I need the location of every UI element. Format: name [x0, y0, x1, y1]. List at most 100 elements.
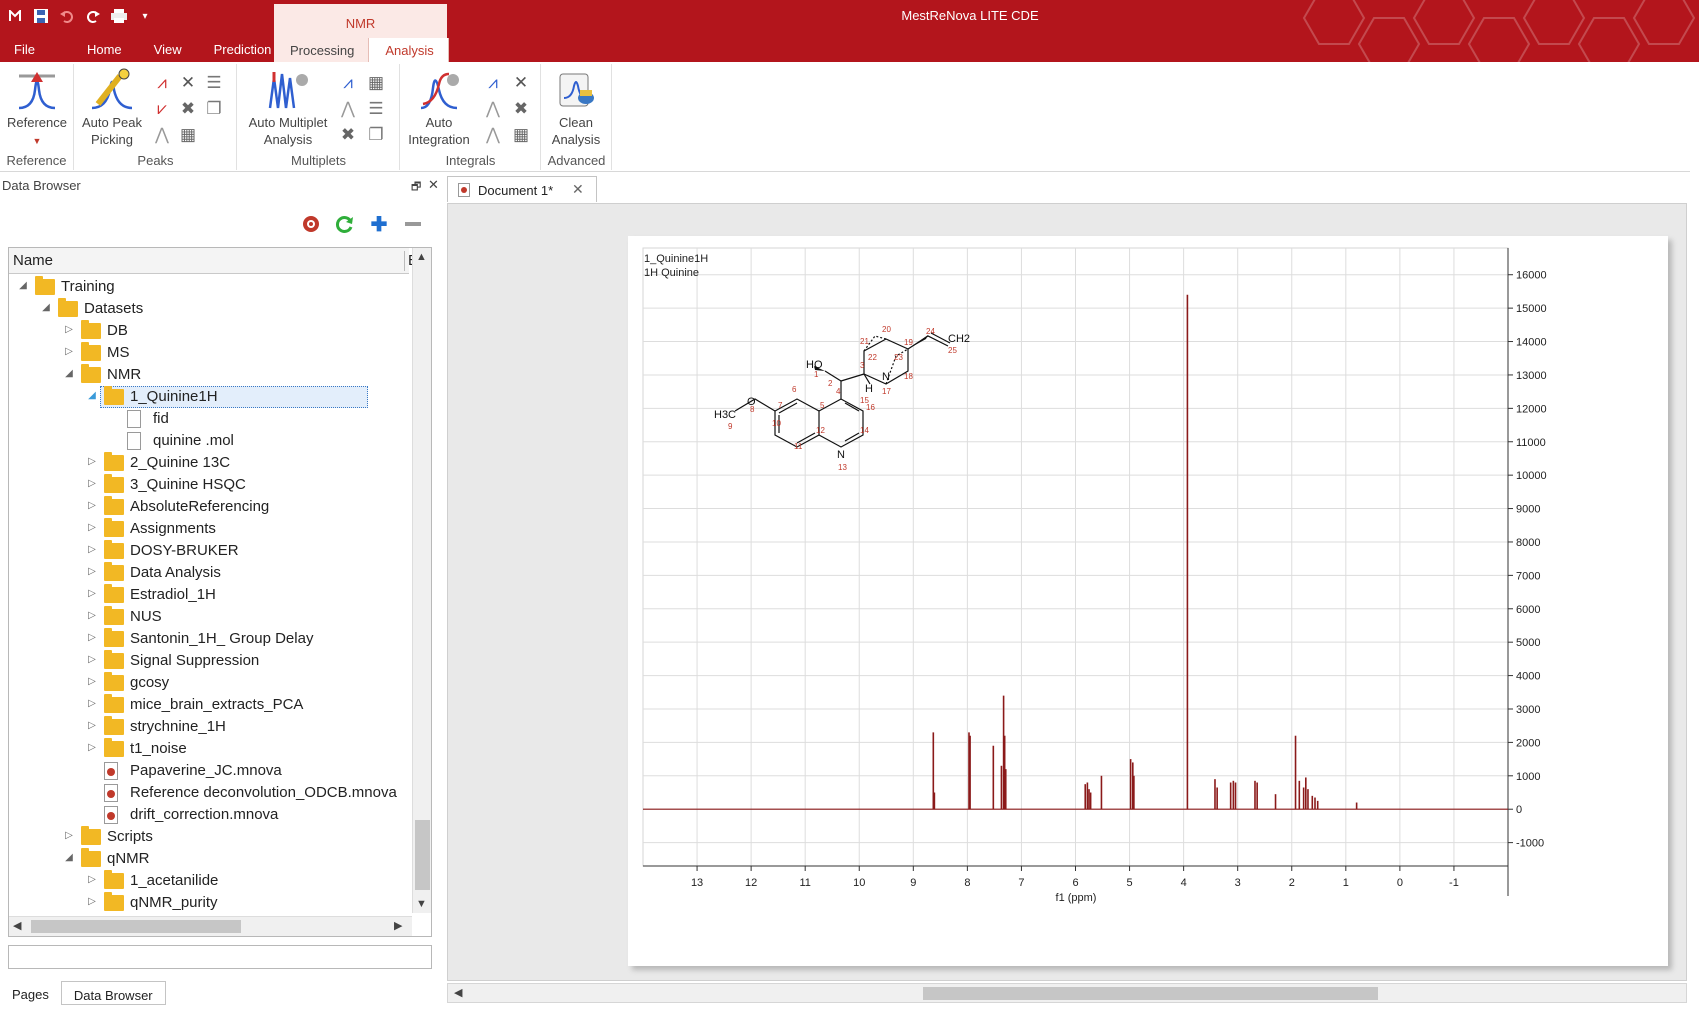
tree-item[interactable]: ▷ DB — [9, 320, 409, 342]
scroll-left-icon[interactable]: ◀ — [13, 919, 21, 932]
tree-item[interactable]: ▷ 2_Quinine 13C — [9, 452, 409, 474]
column-separator[interactable] — [404, 251, 405, 271]
auto-multiplet-analysis-button[interactable]: Auto Multiplet Analysis — [242, 68, 334, 148]
peak-copy-icon[interactable]: ❐ — [201, 96, 227, 122]
expand-arrow-icon[interactable]: ▷ — [86, 720, 98, 731]
expand-arrow-icon[interactable]: ▷ — [86, 698, 98, 709]
expand-arrow-icon[interactable]: ▷ — [63, 346, 75, 357]
tree-item[interactable]: ▷ MS — [9, 342, 409, 364]
tab-analysis[interactable]: Analysis — [368, 38, 449, 62]
auto-integration-button[interactable]: Auto Integration — [403, 68, 475, 148]
tree-item[interactable]: ▷ Assignments — [9, 518, 409, 540]
scroll-thumb[interactable] — [923, 987, 1378, 1000]
tree-item[interactable]: ◢ Training — [9, 276, 409, 298]
multiplet-table-icon[interactable]: ▦ — [362, 70, 390, 96]
expand-arrow-icon[interactable]: ▷ — [86, 742, 98, 753]
expand-arrow-icon[interactable]: ▷ — [86, 874, 98, 885]
tree-item[interactable]: ▷ gcosy — [9, 672, 409, 694]
tree-item[interactable]: quinine .mol — [9, 430, 409, 452]
settings-icon[interactable] — [300, 213, 322, 235]
expand-arrow-icon[interactable]: ▷ — [86, 456, 98, 467]
tree-item[interactable]: ▷ Data Analysis — [9, 562, 409, 584]
vertical-scrollbar[interactable]: ▲ ▼ — [412, 248, 431, 913]
tree-item[interactable]: Reference deconvolution_ODCB.mnova — [9, 782, 409, 804]
tab-pages[interactable]: Pages — [0, 981, 61, 1005]
peak-picking-manual-icon[interactable]: ⩘ — [149, 70, 175, 96]
tab-view[interactable]: View — [138, 38, 198, 62]
tree-item[interactable]: fid — [9, 408, 409, 430]
tree-item[interactable]: ▷ Estradiol_1H — [9, 584, 409, 606]
float-panel-icon[interactable]: 🗗 — [411, 178, 421, 197]
refresh-icon[interactable] — [334, 213, 356, 235]
integral-fit-icon[interactable]: ⋀ — [479, 96, 507, 122]
column-name[interactable]: Name — [13, 252, 53, 269]
expand-arrow-icon[interactable]: ▷ — [86, 896, 98, 907]
clean-analysis-button[interactable]: Clean Analysis — [544, 68, 608, 148]
tree-item[interactable]: ▷ Signal Suppression — [9, 650, 409, 672]
close-icon[interactable]: ✕ — [428, 177, 439, 193]
peak-table-icon[interactable]: ▦ — [175, 122, 201, 148]
expand-arrow-icon[interactable]: ▷ — [86, 632, 98, 643]
tree-item[interactable]: ▷ Scripts — [9, 826, 409, 848]
peak-list-icon[interactable]: ☰ — [201, 70, 227, 96]
tree-item[interactable]: ▷ AbsoluteReferencing — [9, 496, 409, 518]
expand-arrow-icon[interactable]: ▷ — [86, 544, 98, 555]
multiplet-delete-icon[interactable]: ✖ — [334, 122, 362, 148]
expand-arrow-icon[interactable]: ▷ — [86, 500, 98, 511]
multiplet-report-icon[interactable]: ☰ — [362, 96, 390, 122]
document-page[interactable]: 13 12 11 10 9 8 7 6 5 4 3 2 1 0 -1 16000 15000 14000 13000… — [628, 236, 1668, 966]
collapse-arrow-icon[interactable]: ◢ — [86, 390, 98, 401]
tree-item[interactable]: ▷ qNMR_purity — [9, 892, 409, 914]
collapse-arrow-icon[interactable]: ◢ — [63, 852, 75, 863]
tree-item[interactable]: ◢ qNMR — [9, 848, 409, 870]
scroll-left-icon[interactable]: ◀ — [454, 986, 462, 999]
expand-arrow-icon[interactable]: ▷ — [86, 610, 98, 621]
tab-file[interactable]: File — [0, 38, 71, 62]
tree-item[interactable]: Papaverine_JC.mnova — [9, 760, 409, 782]
tab-home[interactable]: Home — [71, 38, 138, 62]
close-icon[interactable]: ✕ — [572, 181, 584, 198]
integral-table-icon[interactable]: ▦ — [507, 122, 535, 148]
tree-item[interactable]: ▷ strychnine_1H — [9, 716, 409, 738]
auto-peak-picking-button[interactable]: Auto Peak Picking — [77, 68, 147, 148]
collapse-arrow-icon[interactable]: ◢ — [17, 280, 29, 291]
tree-item[interactable]: ▷ mice_brain_extracts_PCA — [9, 694, 409, 716]
multiplet-fit-icon[interactable]: ⋀ — [334, 96, 362, 122]
expand-arrow-icon[interactable]: ▷ — [86, 588, 98, 599]
reference-button[interactable]: Reference ▼ — [4, 68, 70, 150]
scroll-thumb[interactable] — [415, 820, 430, 890]
tree-item[interactable]: ▷ 1_acetanilide — [9, 870, 409, 892]
integral-delete-icon[interactable]: ✖ — [507, 96, 535, 122]
collapse-arrow-icon[interactable]: ◢ — [63, 368, 75, 379]
integral-manual-icon[interactable]: ⩘ — [479, 70, 507, 96]
expand-arrow-icon[interactable]: ▷ — [63, 830, 75, 841]
tree-item[interactable]: ▷ DOSY-BRUKER — [9, 540, 409, 562]
tree-item[interactable]: ▷ t1_noise — [9, 738, 409, 760]
tree-item[interactable]: ◢ Datasets — [9, 298, 409, 320]
filter-input[interactable] — [8, 945, 432, 969]
tab-processing[interactable]: Processing — [274, 38, 368, 62]
tab-data-browser[interactable]: Data Browser — [60, 981, 166, 1005]
expand-arrow-icon[interactable]: ▷ — [86, 566, 98, 577]
scroll-down-icon[interactable]: ▼ — [416, 898, 427, 910]
add-icon[interactable]: ✚ — [368, 213, 390, 236]
document-canvas[interactable]: 13 12 11 10 9 8 7 6 5 4 3 2 1 0 -1 16000 15000 14000 13000… — [447, 203, 1687, 981]
horizontal-scrollbar[interactable]: ◀ ▶ — [9, 916, 412, 936]
expand-arrow-icon[interactable]: ▷ — [86, 522, 98, 533]
document-horizontal-scrollbar[interactable]: ◀ — [447, 983, 1687, 1003]
expand-arrow-icon[interactable]: ▷ — [63, 324, 75, 335]
integral-tools-icon[interactable]: ✕ — [507, 70, 535, 96]
document-tab[interactable]: Document 1* ✕ — [447, 176, 597, 202]
peak-tools-icon[interactable]: ✕ — [175, 70, 201, 96]
expand-arrow-icon[interactable]: ▷ — [86, 478, 98, 489]
remove-icon[interactable] — [402, 213, 424, 235]
peak-edit-icon[interactable]: ⩗ — [149, 96, 175, 122]
tree-item[interactable]: ◢ NMR — [9, 364, 409, 386]
peak-fit-icon[interactable]: ⋀ — [149, 122, 175, 148]
expand-arrow-icon[interactable]: ▷ — [86, 654, 98, 665]
expand-arrow-icon[interactable]: ▷ — [86, 676, 98, 687]
tree-item[interactable]: ▷ 3_Quinine HSQC — [9, 474, 409, 496]
tree-item[interactable]: drift_correction.mnova — [9, 804, 409, 826]
tree-item[interactable]: ▷ NUS — [9, 606, 409, 628]
molecule-structure[interactable]: HO H N O N CH2 H3C 123456789 101112131415… — [714, 325, 970, 472]
